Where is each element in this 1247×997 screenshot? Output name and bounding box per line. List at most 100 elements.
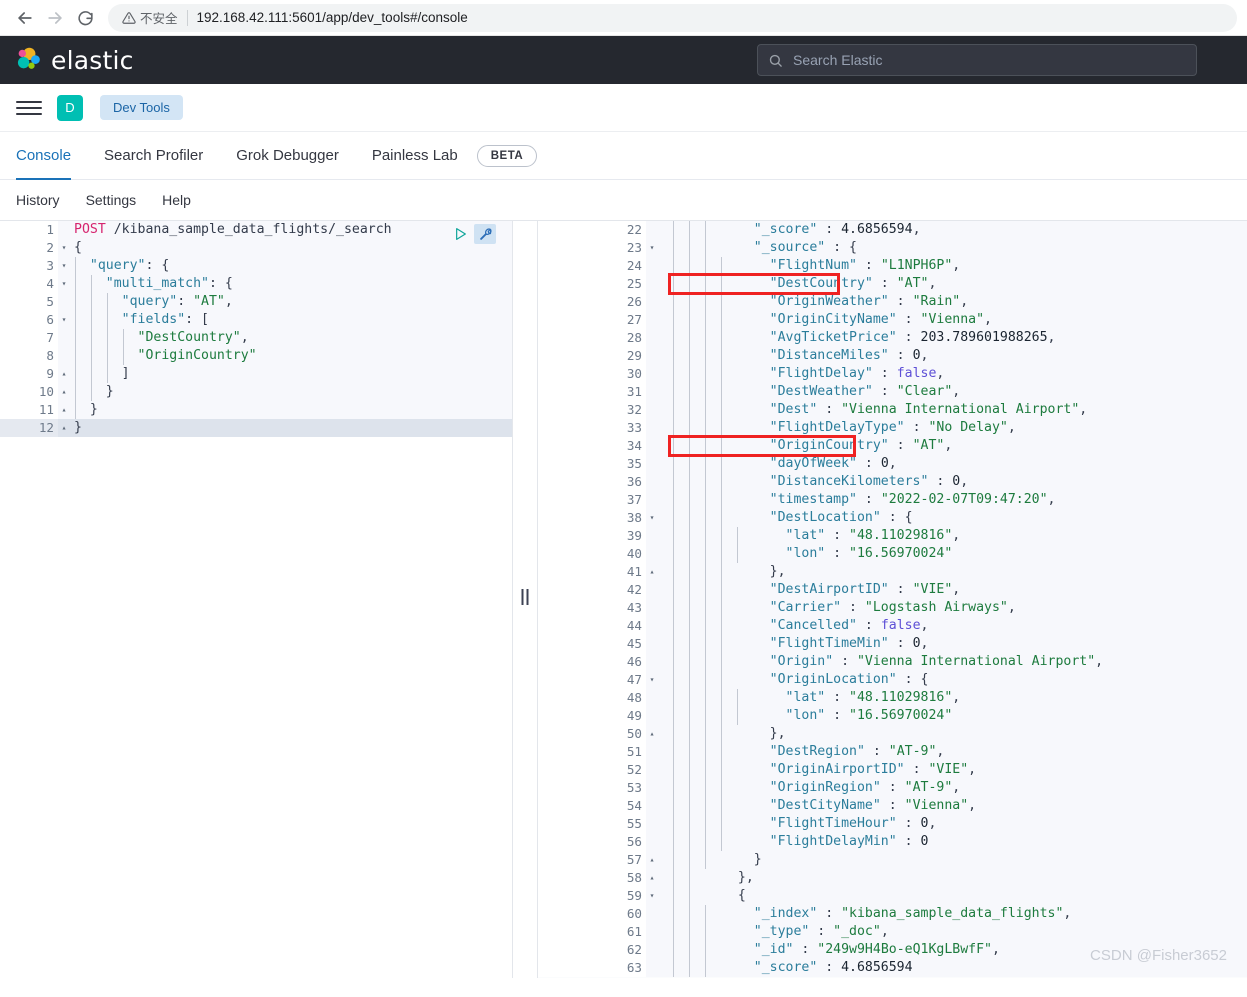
search-icon: [768, 53, 783, 68]
code-token: ,: [240, 330, 249, 345]
fold-toggle-icon[interactable]: ▴: [646, 563, 658, 581]
play-triangle-icon[interactable]: [452, 226, 468, 242]
code-text: "OriginWeather" : "Rain",: [658, 293, 1247, 311]
code-text: "Origin" : "Vienna International Airport…: [658, 653, 1247, 671]
code-text: "_score" : 4.6856594,: [658, 221, 1247, 239]
fold-toggle-icon[interactable]: ▾: [58, 275, 70, 293]
code-line: 45 "FlightTimeMin" : 0,: [538, 635, 1247, 653]
code-token: "Dest": [722, 402, 818, 417]
code-token: : {: [896, 672, 929, 687]
help-button[interactable]: Help: [162, 192, 191, 208]
fold-toggle-icon[interactable]: ▴: [58, 401, 70, 419]
code-token: ,: [1007, 420, 1016, 435]
code-token: ,: [880, 924, 889, 939]
code-line: 54 "DestCityName" : "Vienna",: [538, 797, 1247, 815]
request-editor[interactable]: 1 POST /kibana_sample_data_flights/_searc…: [0, 221, 512, 978]
code-token: "_doc": [833, 924, 881, 939]
fold-toggle-icon[interactable]: ▴: [646, 869, 658, 887]
code-line: 50 ▴ },: [538, 725, 1247, 743]
wrench-icon[interactable]: [474, 224, 496, 244]
back-arrow-icon[interactable]: [10, 3, 40, 33]
code-text: "OriginCountry": [70, 347, 512, 365]
line-number: 43: [538, 599, 646, 617]
code-token: ,: [1079, 402, 1088, 417]
code-token: 0: [880, 456, 889, 471]
breadcrumb-item-dev-tools[interactable]: Dev Tools: [100, 95, 183, 120]
global-search-input[interactable]: Search Elastic: [757, 44, 1197, 76]
omnibox-divider: [186, 9, 188, 26]
reload-icon[interactable]: [70, 3, 100, 33]
settings-button[interactable]: Settings: [86, 192, 137, 208]
tab-console[interactable]: Console: [16, 132, 72, 180]
fold-toggle-icon[interactable]: ▴: [58, 365, 70, 383]
response-viewer[interactable]: 22 "_score" : 4.6856594, 23 ▾ "_source" : …: [538, 221, 1247, 978]
code-token: ,: [960, 474, 969, 489]
browser-toolbar: 不安全 192.168.42.111:5601/app/dev_tools#/c…: [0, 0, 1247, 36]
security-status[interactable]: 不安全: [122, 8, 178, 27]
code-token: "OriginWeather": [722, 294, 889, 309]
line-number: 28: [538, 329, 646, 347]
code-text: "lon" : "16.56970024": [658, 545, 1247, 563]
code-token: ,: [888, 456, 897, 471]
code-token: },: [722, 564, 786, 579]
code-token: ,: [920, 636, 929, 651]
fold-toggle-icon[interactable]: ▾: [646, 509, 658, 527]
code-token: "Origin": [722, 654, 834, 669]
code-token: :: [793, 942, 818, 957]
line-number: 33: [538, 419, 646, 437]
panel-divider[interactable]: [512, 221, 538, 978]
code-token: "Rain": [912, 294, 961, 309]
hamburger-menu-icon[interactable]: [16, 95, 42, 121]
forward-arrow-icon[interactable]: [40, 3, 70, 33]
code-line: 53 "OriginRegion" : "AT-9",: [538, 779, 1247, 797]
line-number: 42: [538, 581, 646, 599]
indent-guide: [122, 329, 124, 365]
tab-grok-debugger[interactable]: Grok Debugger: [236, 132, 339, 180]
space-avatar[interactable]: D: [57, 94, 83, 121]
code-token: :: [864, 744, 889, 759]
fold-toggle-icon[interactable]: ▾: [58, 239, 70, 257]
fold-toggle-icon[interactable]: ▴: [58, 383, 70, 401]
code-token: "AT-9": [904, 780, 953, 795]
global-search-placeholder: Search Elastic: [793, 52, 883, 68]
history-button[interactable]: History: [16, 192, 60, 208]
code-token: POST: [74, 222, 106, 237]
code-token: }: [74, 420, 82, 435]
fold-toggle-icon[interactable]: ▾: [646, 239, 658, 257]
code-token: :: [888, 438, 913, 453]
line-number: 11: [0, 401, 58, 419]
fold-toggle-icon[interactable]: ▾: [646, 671, 658, 689]
tab-painless-lab[interactable]: Painless Lab: [372, 132, 458, 180]
fold-toggle-icon[interactable]: ▾: [58, 257, 70, 275]
fold-toggle-icon[interactable]: ▾: [646, 887, 658, 905]
code-text: "FlightDelay" : false,: [658, 365, 1247, 383]
fold-toggle-icon[interactable]: ▴: [646, 851, 658, 869]
security-label: 不安全: [140, 12, 178, 26]
fold-toggle-icon[interactable]: ▴: [646, 725, 658, 743]
code-token: ,: [984, 312, 992, 327]
panel-resize-handle[interactable]: [521, 589, 529, 605]
address-bar[interactable]: 不安全 192.168.42.111:5601/app/dev_tools#/c…: [108, 3, 1237, 32]
line-number: 53: [538, 779, 646, 797]
elastic-logo[interactable]: elastic: [14, 46, 134, 75]
line-number: 44: [538, 617, 646, 635]
code-line: 47 ▾ "OriginLocation" : {: [538, 671, 1247, 689]
code-text: {: [70, 239, 512, 257]
line-number: 10: [0, 383, 58, 401]
code-token: "2022-02-07T09:47:20": [880, 492, 1048, 507]
fold-toggle-icon[interactable]: ▾: [58, 311, 70, 329]
fold-toggle-icon[interactable]: ▴: [58, 419, 70, 437]
code-text: "AvgTicketPrice" : 203.789601988265,: [658, 329, 1247, 347]
editor-empty-area[interactable]: [0, 437, 512, 978]
tab-search-profiler[interactable]: Search Profiler: [104, 132, 203, 180]
code-token: 203.789601988265: [920, 330, 1048, 345]
code-token: "AvgTicketPrice": [722, 330, 897, 345]
